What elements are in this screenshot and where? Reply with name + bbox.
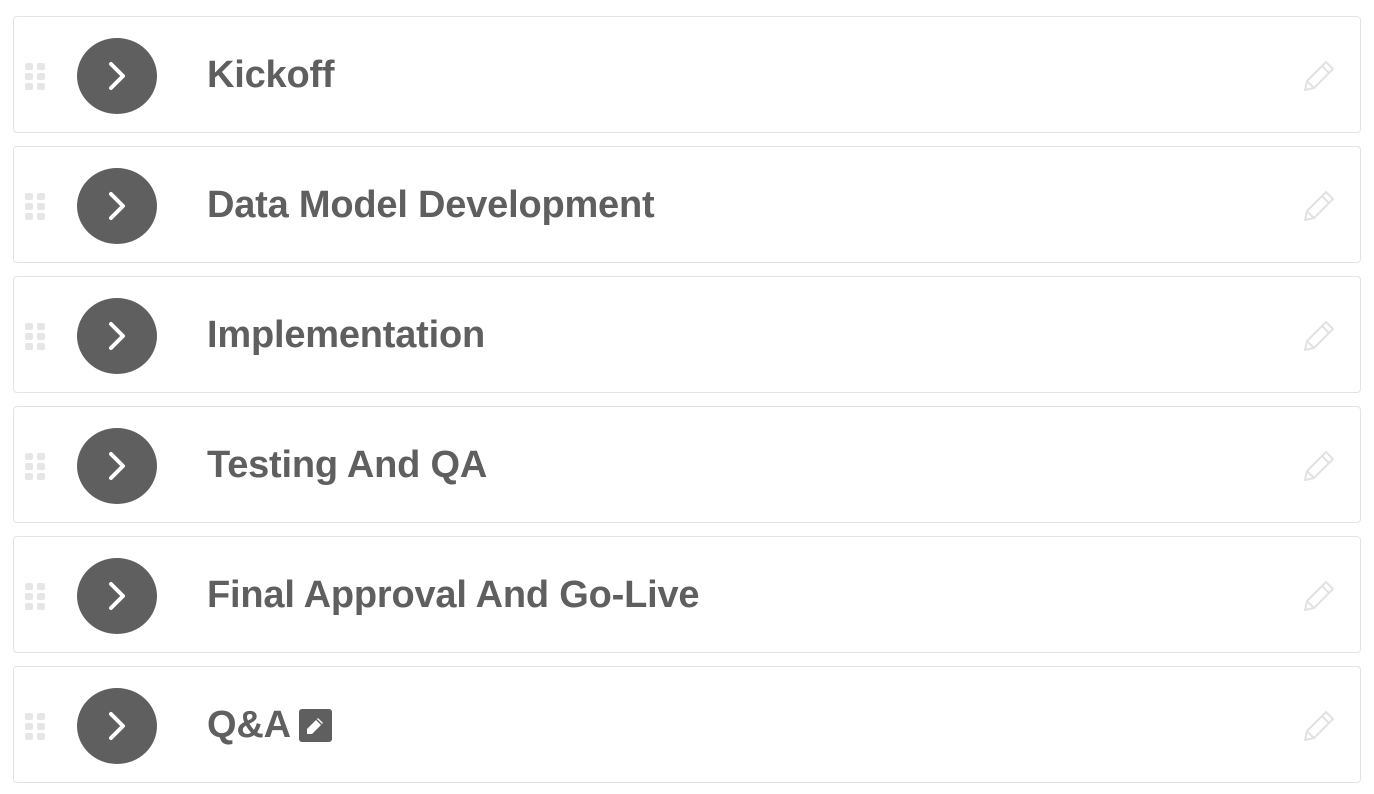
pencil-outline-icon [1304,451,1334,481]
chevron-right-icon [109,192,125,220]
drag-handle-icon[interactable] [25,583,47,610]
drag-handle-icon[interactable] [25,193,47,220]
phase-title: Implementation [207,314,486,356]
pencil-outline-icon [1304,711,1334,741]
inline-edit-title-button[interactable] [298,709,332,742]
pencil-outline-icon [1304,321,1334,351]
drag-handle-icon[interactable] [25,713,47,740]
edit-phase-button[interactable] [1301,188,1337,224]
phase-title: Data Model Development [207,184,655,226]
expand-button[interactable] [77,38,157,114]
phase-row: Implementation [13,276,1361,393]
edit-phase-button[interactable] [1301,58,1337,94]
expand-button[interactable] [77,298,157,374]
phase-title: Q&A [207,704,291,746]
phase-list: Kickoff Data Model Development Implement… [0,0,1374,794]
phase-row: Kickoff [13,16,1361,133]
expand-button[interactable] [77,688,157,764]
chevron-right-icon [109,452,125,480]
chevron-right-icon [109,712,125,740]
edit-phase-button[interactable] [1301,578,1337,614]
pencil-outline-icon [1304,61,1334,91]
phase-row: Final Approval And Go-Live [13,536,1361,653]
phase-row: Data Model Development [13,146,1361,263]
drag-handle-icon[interactable] [25,323,47,350]
expand-button[interactable] [77,428,157,504]
phase-title: Testing And QA [207,444,488,486]
expand-button[interactable] [77,558,157,634]
drag-handle-icon[interactable] [25,453,47,480]
pencil-outline-icon [1304,191,1334,221]
chevron-right-icon [109,62,125,90]
edit-phase-button[interactable] [1301,448,1337,484]
edit-phase-button[interactable] [1301,708,1337,744]
phase-title: Final Approval And Go-Live [207,574,700,616]
phase-row: Q&A [13,666,1361,783]
pencil-outline-icon [1304,581,1334,611]
chevron-right-icon [109,582,125,610]
drag-handle-icon[interactable] [25,63,47,90]
expand-button[interactable] [77,168,157,244]
chevron-right-icon [109,322,125,350]
phase-row: Testing And QA [13,406,1361,523]
pencil-square-icon [307,717,324,734]
phase-title: Kickoff [207,54,335,96]
edit-phase-button[interactable] [1301,318,1337,354]
